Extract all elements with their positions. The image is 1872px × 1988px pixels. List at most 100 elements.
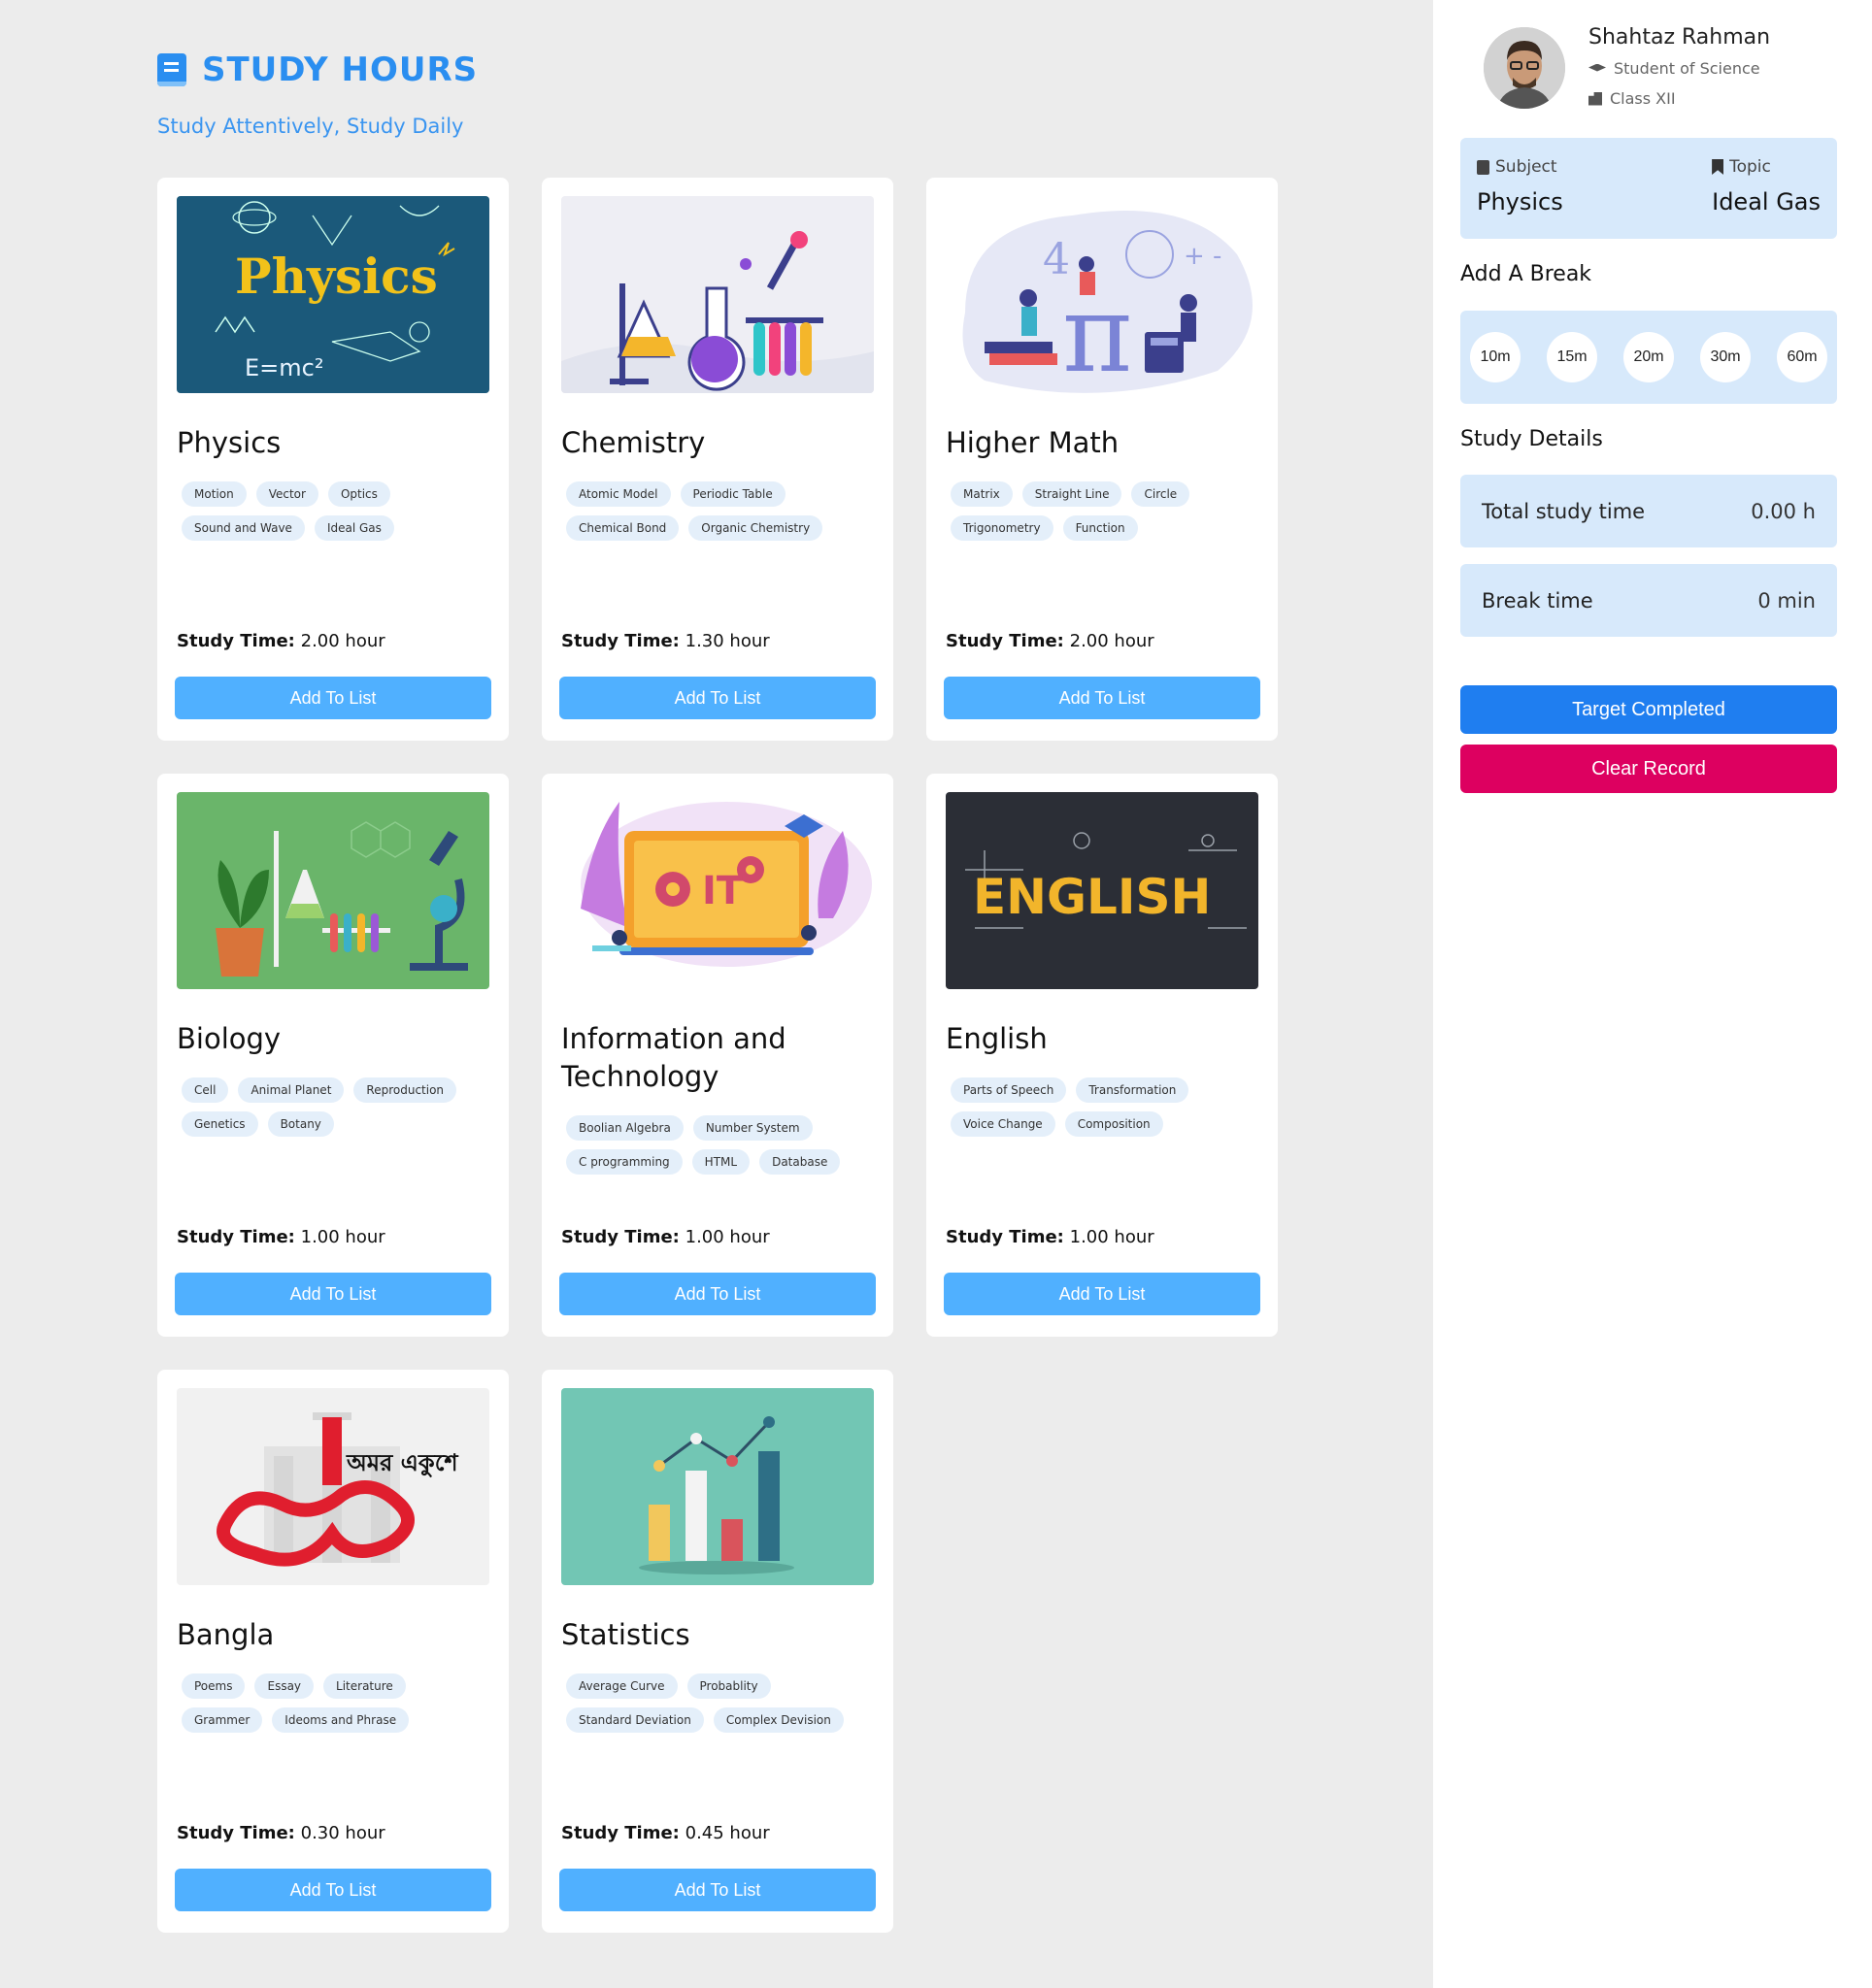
topic-tag[interactable]: Essay — [254, 1673, 315, 1699]
current-subject-topic: Subject Physics Topic Ideal Gas — [1460, 138, 1837, 239]
topic-label: Topic — [1729, 157, 1771, 177]
book-icon — [1477, 159, 1489, 175]
topic-tag[interactable]: Parts of Speech — [951, 1077, 1067, 1103]
topic-tag[interactable]: Function — [1062, 515, 1138, 541]
total-study-time: Total study time 0.00 h — [1460, 475, 1837, 547]
profile: Shahtaz Rahman Student of Science Class … — [1484, 25, 1771, 109]
topic-tag[interactable]: Straight Line — [1021, 481, 1122, 507]
topic-tag[interactable]: Animal Planet — [238, 1077, 345, 1103]
topic-tag[interactable]: Number System — [692, 1115, 813, 1141]
topic-tag[interactable]: Organic Chemistry — [688, 515, 823, 541]
break-option-10m[interactable]: 10m — [1470, 332, 1521, 382]
add-to-list-button[interactable]: Add To List — [175, 677, 491, 719]
english-image-text: ENGLISH — [973, 869, 1211, 925]
higher-math-image: 4 π + - — [946, 196, 1258, 393]
add-to-list-button[interactable]: Add To List — [175, 1273, 491, 1315]
biology-image — [177, 792, 489, 989]
topic-tags: Boolian Algebra Number System C programm… — [561, 1115, 874, 1175]
card-title: Statistics — [561, 1618, 690, 1651]
topic-tag[interactable]: C programming — [566, 1149, 683, 1175]
topic-tag[interactable]: Complex Devision — [713, 1707, 844, 1733]
topic-tag[interactable]: Boolian Algebra — [566, 1115, 684, 1141]
topic-tag[interactable]: Composition — [1064, 1111, 1163, 1137]
topic-tag[interactable]: Literature — [323, 1673, 406, 1699]
main-content: STUDY HOURS Study Attentively, Study Dai… — [0, 0, 1433, 1988]
svg-text:π: π — [1062, 272, 1132, 393]
topic-tag[interactable]: Ideoms and Phrase — [272, 1707, 410, 1733]
svg-text:+ -: + - — [1184, 242, 1221, 271]
study-time: Study Time: 0.45 hour — [561, 1823, 770, 1843]
add-to-list-button[interactable]: Add To List — [944, 677, 1260, 719]
topic-tag[interactable]: Sound and Wave — [182, 515, 305, 541]
break-options: 10m 15m 20m 30m 60m — [1460, 311, 1837, 404]
topic-tag[interactable]: Circle — [1131, 481, 1190, 507]
course-card-chemistry: Chemistry Atomic Model Periodic Table Ch… — [542, 178, 893, 741]
break-option-20m[interactable]: 20m — [1623, 332, 1674, 382]
course-card-english: ENGLISH English Parts of Speech Transfor… — [926, 774, 1278, 1337]
topic-tag[interactable]: Matrix — [951, 481, 1013, 507]
topic-tag[interactable]: Cell — [182, 1077, 229, 1103]
graduation-cap-icon — [1588, 63, 1606, 72]
bangla-image-text: অমর একুশে — [346, 1449, 458, 1477]
add-to-list-button[interactable]: Add To List — [944, 1273, 1260, 1315]
study-time: Study Time: 1.30 hour — [561, 631, 770, 651]
target-completed-button[interactable]: Target Completed — [1460, 685, 1837, 734]
break-time: Break time 0 min — [1460, 564, 1837, 637]
topic-tag[interactable]: Standard Deviation — [566, 1707, 704, 1733]
school-icon — [1588, 91, 1602, 106]
topic-tag[interactable]: Probablity — [686, 1673, 771, 1699]
topic-tag[interactable]: Chemical Bond — [566, 515, 680, 541]
topic-tag[interactable]: Optics — [327, 481, 390, 507]
add-to-list-button[interactable]: Add To List — [559, 1869, 876, 1911]
profile-name: Shahtaz Rahman — [1588, 25, 1771, 50]
add-to-list-button[interactable]: Add To List — [175, 1869, 491, 1911]
topic-tag[interactable]: Average Curve — [566, 1673, 678, 1699]
topic-tag[interactable]: Trigonometry — [951, 515, 1053, 541]
topic-tags: Atomic Model Periodic Table Chemical Bon… — [561, 481, 874, 541]
topic-tag[interactable]: Periodic Table — [680, 481, 786, 507]
chemistry-image — [561, 196, 874, 393]
page-title: STUDY HOURS — [202, 50, 479, 89]
course-card-bangla: অমর একুশে Bangla Poems Essay Literature … — [157, 1370, 509, 1933]
add-break-title: Add A Break — [1460, 262, 1592, 286]
course-card-physics: Physics E=mc² Physics Motion Vector Opti… — [157, 178, 509, 741]
topic-tags: Parts of Speech Transformation Voice Cha… — [946, 1077, 1258, 1137]
card-title: Physics — [177, 426, 282, 459]
topic-tags: Poems Essay Literature Grammer Ideoms an… — [177, 1673, 489, 1733]
svg-text:E=mc²: E=mc² — [245, 354, 323, 381]
topic-tag[interactable]: Genetics — [182, 1111, 258, 1137]
topic-tag[interactable]: Botany — [267, 1111, 334, 1137]
page-subtitle: Study Attentively, Study Daily — [157, 115, 464, 138]
topic-tag[interactable]: HTML — [691, 1149, 751, 1175]
topic-tag[interactable]: Ideal Gas — [314, 515, 394, 541]
clear-record-button[interactable]: Clear Record — [1460, 745, 1837, 793]
study-time: Study Time: 2.00 hour — [946, 631, 1154, 651]
subject-value: Physics — [1477, 188, 1563, 215]
break-option-30m[interactable]: 30m — [1700, 332, 1751, 382]
break-option-15m[interactable]: 15m — [1547, 332, 1597, 382]
topic-tag[interactable]: Vector — [255, 481, 318, 507]
add-to-list-button[interactable]: Add To List — [559, 1273, 876, 1315]
bookmark-icon — [1712, 159, 1724, 175]
ict-image-text: IT — [702, 869, 744, 913]
topic-tag[interactable]: Database — [759, 1149, 841, 1175]
topic-tag[interactable]: Poems — [182, 1673, 246, 1699]
course-card-statistics: Statistics Average Curve Probablity Stan… — [542, 1370, 893, 1933]
study-time: Study Time: 1.00 hour — [177, 1227, 385, 1247]
ict-image: IT — [561, 792, 874, 989]
topic-tag[interactable]: Voice Change — [951, 1111, 1055, 1137]
topic-tag[interactable]: Atomic Model — [566, 481, 671, 507]
subject-label: Subject — [1495, 157, 1557, 177]
avatar — [1484, 27, 1565, 109]
add-to-list-button[interactable]: Add To List — [559, 677, 876, 719]
topic-tag[interactable]: Transformation — [1076, 1077, 1189, 1103]
break-option-60m[interactable]: 60m — [1777, 332, 1827, 382]
card-title: Bangla — [177, 1618, 275, 1651]
topic-tag[interactable]: Grammer — [182, 1707, 263, 1733]
topic-tag[interactable]: Reproduction — [353, 1077, 457, 1103]
statistics-image — [561, 1388, 874, 1585]
card-title: English — [946, 1022, 1048, 1055]
topic-tag[interactable]: Motion — [182, 481, 247, 507]
topic-tags: Motion Vector Optics Sound and Wave Idea… — [177, 481, 489, 541]
topic-tags: Average Curve Probablity Standard Deviat… — [561, 1673, 874, 1733]
